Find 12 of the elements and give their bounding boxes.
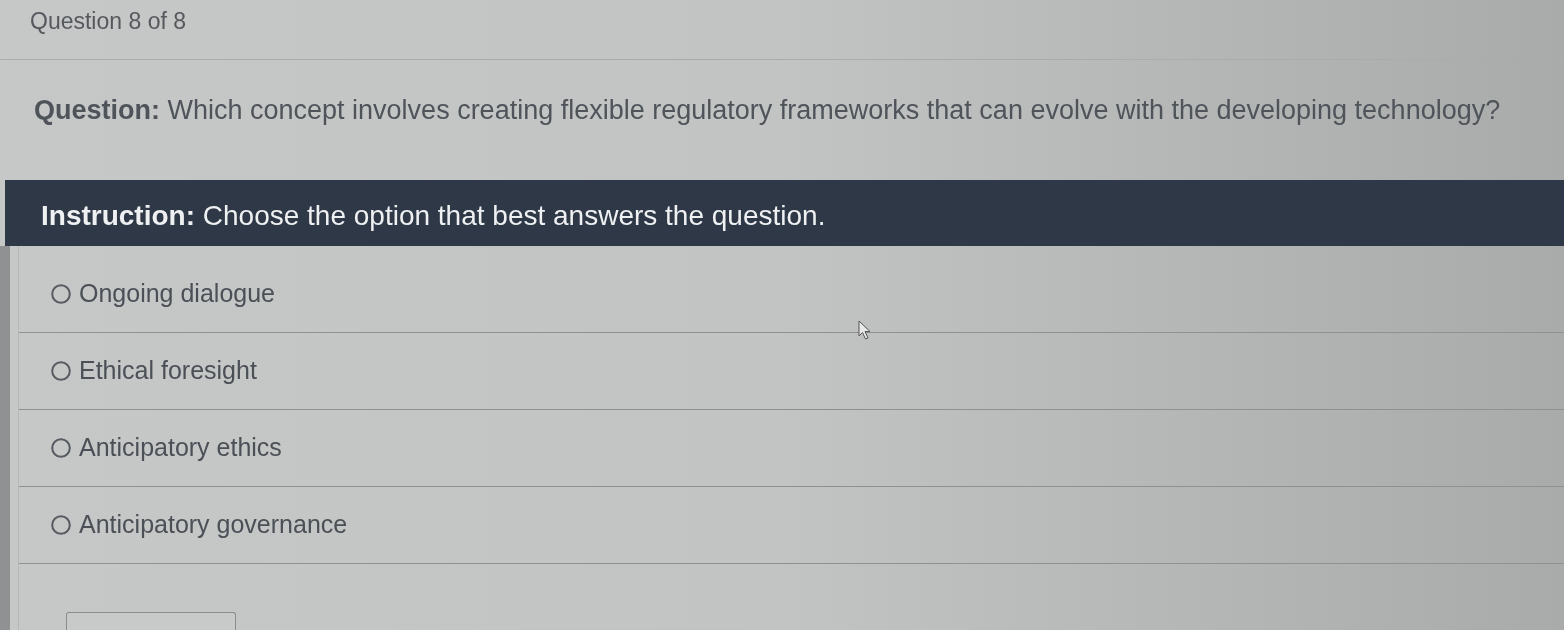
option-label[interactable]: Ongoing dialogue: [79, 275, 275, 313]
mouse-pointer-icon: [858, 320, 872, 340]
instruction-text: Instruction: Choose the option that best answers the question.: [41, 199, 826, 233]
radio-button[interactable]: [51, 515, 71, 535]
radio-button[interactable]: [51, 361, 71, 381]
question-text: Question: Which concept involves creating flexible regulatory frameworks that can evolve with the developing technology?: [34, 94, 1501, 127]
radio-button[interactable]: [51, 284, 71, 304]
question-number: Question 8 of 8: [30, 8, 186, 34]
option-label[interactable]: Anticipatory ethics: [79, 429, 282, 467]
option-label[interactable]: Anticipatory governance: [79, 506, 348, 544]
radio-button[interactable]: [51, 438, 71, 458]
option-label[interactable]: Ethical foresight: [79, 352, 257, 390]
